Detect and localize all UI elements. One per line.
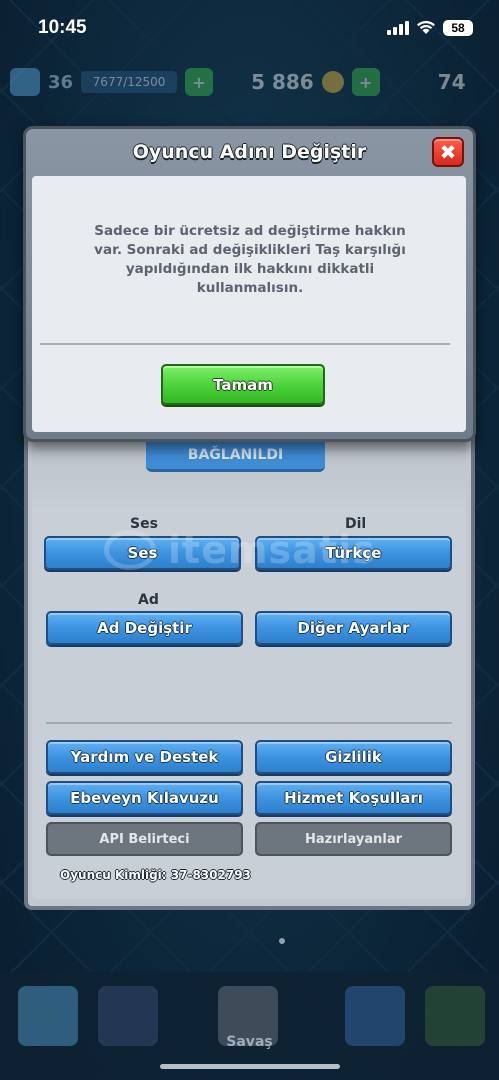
credits-button[interactable]: Hazırlayanlar bbox=[255, 822, 452, 856]
level-icon bbox=[10, 68, 40, 96]
close-icon: ✖ bbox=[439, 140, 457, 164]
cellular-signal-icon bbox=[387, 21, 409, 35]
other-settings-button[interactable]: Diğer Ayarlar bbox=[255, 611, 452, 645]
name-section-label: Ad bbox=[138, 592, 159, 608]
api-token-button[interactable]: API Belirteci bbox=[46, 822, 243, 856]
home-indicator[interactable] bbox=[160, 1064, 340, 1069]
gem-amount: 74 bbox=[437, 70, 466, 94]
xp-bar: 7677/12500 bbox=[81, 71, 178, 93]
parents-guide-button[interactable]: Ebeveyn Kılavuzu bbox=[46, 781, 243, 815]
level-number: 36 bbox=[48, 71, 74, 93]
status-bar: 10:45 58 bbox=[0, 0, 499, 56]
status-time: 10:45 bbox=[38, 17, 87, 38]
settings-divider bbox=[46, 722, 452, 724]
ok-button[interactable]: Tamam bbox=[161, 364, 325, 405]
help-support-button[interactable]: Yardım ve Destek bbox=[46, 740, 243, 774]
privacy-button[interactable]: Gizlilik bbox=[255, 740, 452, 774]
player-tag: Oyuncu Kimliği: 37-8302793 bbox=[60, 868, 251, 882]
close-button[interactable]: ✖ bbox=[432, 137, 464, 167]
wifi-icon bbox=[417, 21, 435, 34]
gold-amount: 5 886 bbox=[251, 70, 314, 94]
gold-coin-icon bbox=[321, 71, 344, 93]
dialog-title: Oyuncu Adını Değiştir bbox=[132, 141, 367, 163]
dialog-message: Sadece bir ücretsiz ad değiştirme hakkın… bbox=[94, 223, 406, 296]
battle-tab-label: Savaş bbox=[226, 1034, 273, 1050]
plus-icon: + bbox=[351, 68, 380, 96]
dialog-divider bbox=[40, 343, 450, 345]
watermark-text: itemsatis bbox=[168, 528, 376, 572]
status-icons: 58 bbox=[387, 20, 473, 36]
watermark-logo bbox=[104, 530, 156, 570]
change-name-button[interactable]: Ad Değiştir bbox=[46, 611, 243, 645]
terms-of-service-button[interactable]: Hizmet Koşulları bbox=[255, 781, 452, 815]
top-hud: 36 7677/12500 + 5 886 + 74 bbox=[0, 60, 499, 104]
battery-indicator: 58 bbox=[443, 20, 473, 36]
plus-icon: + bbox=[185, 68, 214, 96]
page-indicator-dot bbox=[279, 938, 285, 944]
